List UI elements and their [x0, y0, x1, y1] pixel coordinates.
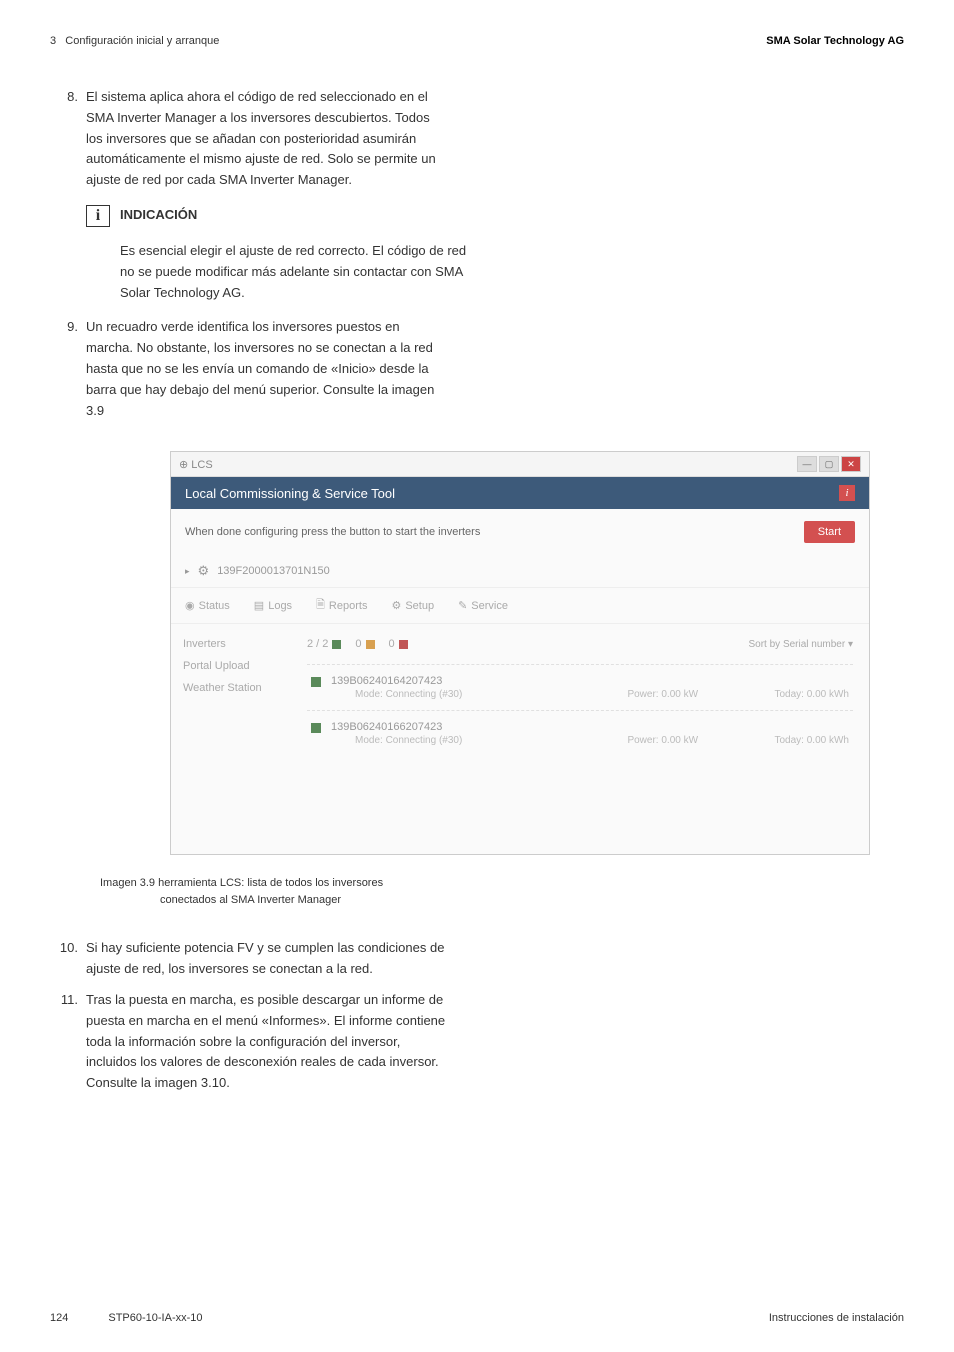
logs-icon: ▤	[254, 599, 264, 612]
count-orange: 0	[355, 638, 374, 650]
info-text: Es esencial elegir el ajuste de red corr…	[120, 241, 480, 303]
list-number: 10.	[50, 938, 78, 980]
maximize-button[interactable]: ▢	[819, 456, 839, 472]
minimize-button[interactable]: —	[797, 456, 817, 472]
list-number: 8.	[50, 87, 78, 191]
lcs-screenshot: ⊕ LCS — ▢ ✕ Local Commissioning & Servic…	[170, 451, 870, 855]
tab-logs[interactable]: ▤ Logs	[254, 596, 292, 615]
caption-line2: conectados al SMA Inverter Manager	[100, 892, 904, 909]
green-square-icon	[332, 640, 341, 649]
app-title: Local Commissioning & Service Tool	[185, 486, 395, 501]
info-icon-box: i	[86, 205, 110, 227]
window-title: LCS	[191, 459, 212, 471]
inverter-serial: 139B06240164207423	[331, 675, 551, 687]
tab-status[interactable]: ◉ Status	[185, 596, 230, 615]
orange-square-icon	[366, 640, 375, 649]
sidebar-item-portal[interactable]: Portal Upload	[183, 660, 279, 672]
today-value: 0.00 kWh	[807, 689, 849, 700]
sort-dropdown[interactable]: Sort by Serial number ▾	[748, 639, 853, 650]
close-button[interactable]: ✕	[841, 456, 861, 472]
device-icon: ⚙	[198, 563, 210, 579]
collapse-caret-icon[interactable]: ▸	[185, 566, 190, 577]
mode-label: Mode:	[355, 689, 383, 700]
today-value: 0.00 kWh	[807, 735, 849, 746]
today-label: Today:	[775, 735, 804, 746]
reports-icon: 🗎	[316, 596, 325, 615]
mode-value: Connecting (#30)	[386, 735, 463, 746]
instruction-text: When done configuring press the button t…	[185, 526, 480, 538]
list-text: Un recuadro verde identifica los inverso…	[86, 317, 446, 421]
count-green: 2 / 2	[307, 638, 341, 650]
list-number: 11.	[50, 990, 78, 1094]
inverter-card: 139B06240164207423 Mode: Connecting (#30…	[307, 664, 853, 710]
tab-reports[interactable]: 🗎 Reports	[316, 596, 367, 615]
sidebar-item-inverters[interactable]: Inverters	[183, 638, 279, 650]
mode-value: Connecting (#30)	[386, 689, 463, 700]
power-label: Power:	[627, 735, 658, 746]
device-id: 139F2000013701N150	[217, 565, 330, 577]
status-icon: ◉	[185, 599, 195, 612]
today-label: Today:	[775, 689, 804, 700]
tab-setup[interactable]: ⚙ Setup	[391, 596, 434, 615]
status-square-icon	[311, 723, 321, 733]
status-square-icon	[311, 677, 321, 687]
list-text: Si hay suficiente potencia FV y se cumpl…	[86, 938, 446, 980]
count-red: 0	[389, 638, 408, 650]
sidebar-item-weather[interactable]: Weather Station	[183, 682, 279, 694]
power-label: Power:	[627, 689, 658, 700]
tab-service[interactable]: ✎ Service	[458, 596, 508, 615]
service-icon: ✎	[458, 599, 467, 612]
red-square-icon	[399, 640, 408, 649]
doc-id: STP60-10-IA-xx-10	[108, 1312, 202, 1324]
company-name: SMA Solar Technology AG	[766, 35, 904, 47]
power-value: 0.00 kW	[661, 689, 698, 700]
start-button[interactable]: Start	[804, 521, 855, 543]
setup-icon: ⚙	[391, 599, 401, 612]
list-text: El sistema aplica ahora el código de red…	[86, 87, 446, 191]
list-number: 9.	[50, 317, 78, 421]
list-text: Tras la puesta en marcha, es posible des…	[86, 990, 446, 1094]
info-badge-icon[interactable]: i	[839, 485, 855, 501]
window-icon: ⊕	[179, 459, 188, 471]
section-number: 3	[50, 35, 56, 47]
footer-right: Instrucciones de instalación	[769, 1312, 904, 1324]
inverter-card: 139B06240166207423 Mode: Connecting (#30…	[307, 710, 853, 756]
page-number: 124	[50, 1312, 68, 1324]
inverter-serial: 139B06240166207423	[331, 721, 551, 733]
mode-label: Mode:	[355, 735, 383, 746]
caption-line1: Imagen 3.9 herramienta LCS: lista de tod…	[100, 875, 904, 892]
power-value: 0.00 kW	[661, 735, 698, 746]
info-title: INDICACIÓN	[120, 207, 197, 227]
info-icon: i	[96, 207, 100, 225]
section-title: Configuración inicial y arranque	[65, 35, 219, 47]
